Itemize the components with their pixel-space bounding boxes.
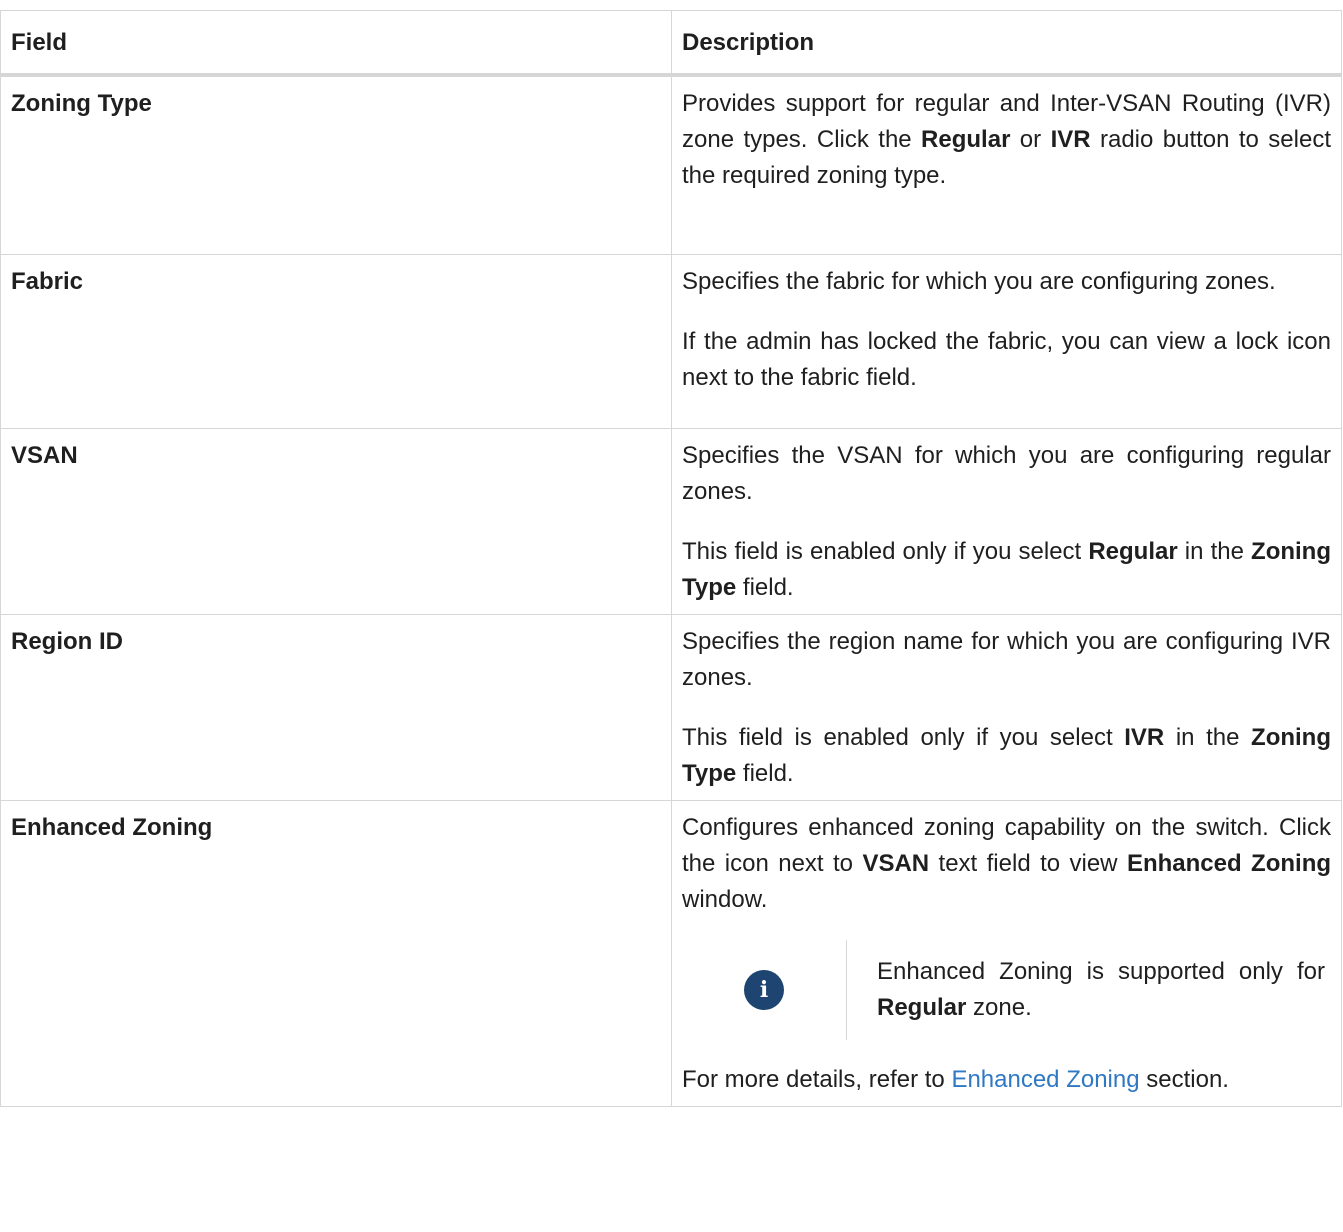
text: field. xyxy=(736,573,794,601)
header-field: Field xyxy=(0,10,672,77)
text: This field is enabled only if you select xyxy=(682,537,1089,565)
text: text field to view xyxy=(929,849,1127,877)
bold-term: Regular xyxy=(1088,537,1178,565)
table-header-row: Field Description xyxy=(0,10,1342,77)
description-paragraph: If the admin has locked the fabric, you … xyxy=(682,327,1331,391)
description-paragraph: This field is enabled only if you select… xyxy=(682,720,1331,792)
zoning-fields-table: Field Description Zoning Type Provides s… xyxy=(0,10,1342,1107)
header-description: Description xyxy=(671,10,1342,77)
table-row: Zoning Type Provides support for regular… xyxy=(0,74,1342,255)
field-name: Zoning Type xyxy=(0,74,672,255)
description-paragraph: For more details, refer to Enhanced Zoni… xyxy=(682,1062,1331,1098)
field-description: Configures enhanced zoning capability on… xyxy=(671,799,1342,1107)
field-name: VSAN xyxy=(0,427,672,615)
text: section. xyxy=(1139,1065,1229,1093)
description-paragraph: Specifies the region name for which you … xyxy=(682,627,1331,691)
note-icon-column: i xyxy=(682,939,847,1040)
text: in the xyxy=(1177,537,1252,565)
field-name: Enhanced Zoning xyxy=(0,799,672,1107)
description-paragraph: Configures enhanced zoning capability on… xyxy=(682,810,1331,918)
field-description: Specifies the fabric for which you are c… xyxy=(671,253,1342,429)
text: For more details, refer to xyxy=(682,1065,952,1093)
bold-term: Enhanced Zoning xyxy=(1126,849,1332,877)
field-name: Fabric xyxy=(0,253,672,429)
table-row: Enhanced Zoning Configures enhanced zoni… xyxy=(0,799,1342,1107)
bold-term: Regular xyxy=(921,126,1011,153)
text: window. xyxy=(682,885,768,913)
table-row: Region ID Specifies the region name for … xyxy=(0,613,1342,801)
text: zone. xyxy=(966,993,1032,1021)
text: in the xyxy=(1164,723,1252,751)
field-description: Specifies the VSAN for which you are con… xyxy=(671,427,1342,615)
field-name: Region ID xyxy=(0,613,672,801)
description-paragraph: Provides support for regular and Inter-V… xyxy=(682,86,1331,194)
description-paragraph: Specifies the VSAN for which you are con… xyxy=(682,441,1331,505)
description-paragraph: Specifies the fabric for which you are c… xyxy=(682,267,1276,295)
description-paragraph: This field is enabled only if you select… xyxy=(682,534,1331,606)
info-icon: i xyxy=(744,969,784,1010)
text: field. xyxy=(736,759,794,787)
bold-term: IVR xyxy=(1124,723,1165,751)
text: Enhanced Zoning is supported only for xyxy=(877,957,1325,985)
bold-term: IVR xyxy=(1050,126,1091,153)
bold-term: Regular xyxy=(877,993,967,1021)
table-row: VSAN Specifies the VSAN for which you ar… xyxy=(0,427,1342,615)
field-description: Provides support for regular and Inter-V… xyxy=(671,74,1342,255)
bold-term: VSAN xyxy=(862,849,930,877)
note-text: Enhanced Zoning is supported only for Re… xyxy=(847,954,1331,1026)
field-description: Specifies the region name for which you … xyxy=(671,613,1342,801)
enhanced-zoning-link[interactable]: Enhanced Zoning xyxy=(951,1066,1139,1093)
text: This field is enabled only if you select xyxy=(682,723,1125,751)
text: or xyxy=(1010,126,1051,153)
info-note: i Enhanced Zoning is supported only for … xyxy=(682,939,1331,1040)
table-row: Fabric Specifies the fabric for which yo… xyxy=(0,253,1342,429)
